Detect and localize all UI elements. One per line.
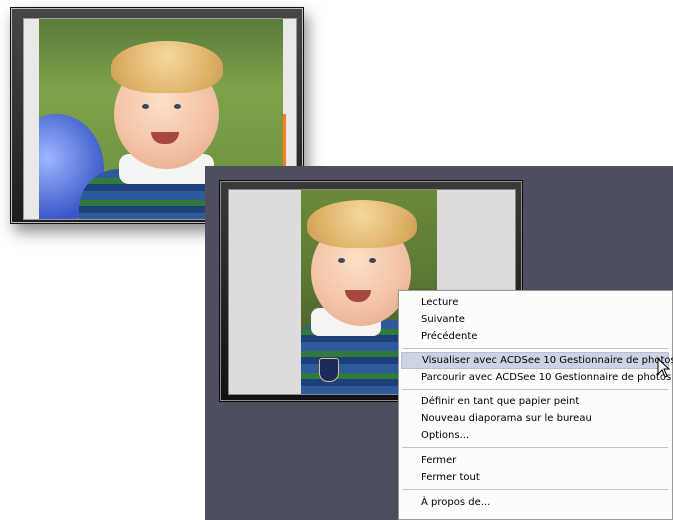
progress-bar xyxy=(283,114,286,169)
menu-item-play[interactable]: Lecture xyxy=(401,294,669,311)
menu-separator xyxy=(402,489,668,490)
child-hair xyxy=(307,200,417,248)
menu-item-about[interactable]: À propos de... xyxy=(401,494,669,511)
menu-separator xyxy=(402,389,668,390)
mouse-pointer-icon xyxy=(657,358,671,378)
eye-right xyxy=(369,258,376,263)
context-menu: Lecture Suivante Précédente Visualiser a… xyxy=(398,290,673,520)
menu-item-close[interactable]: Fermer xyxy=(401,452,669,469)
menu-item-browse-acdsee[interactable]: Parcourir avec ACDSee 10 Gestionnaire de… xyxy=(401,369,671,386)
menu-item-next[interactable]: Suivante xyxy=(401,311,669,328)
menu-item-options[interactable]: Options... xyxy=(401,427,669,444)
menu-item-previous[interactable]: Précédente xyxy=(401,328,669,345)
menu-separator xyxy=(402,348,668,349)
menu-separator xyxy=(402,447,668,448)
menu-item-new-slideshow[interactable]: Nouveau diaporama sur le bureau xyxy=(401,410,669,427)
shirt-badge xyxy=(319,358,339,382)
child-hair xyxy=(111,41,223,93)
eye-left xyxy=(338,258,345,263)
menu-item-close-all[interactable]: Fermer tout xyxy=(401,469,669,486)
eye-left xyxy=(142,104,149,109)
menu-item-set-wallpaper[interactable]: Définir en tant que papier peint xyxy=(401,393,669,410)
menu-item-view-acdsee[interactable]: Visualiser avec ACDSee 10 Gestionnaire d… xyxy=(401,352,673,369)
eye-right xyxy=(174,104,181,109)
